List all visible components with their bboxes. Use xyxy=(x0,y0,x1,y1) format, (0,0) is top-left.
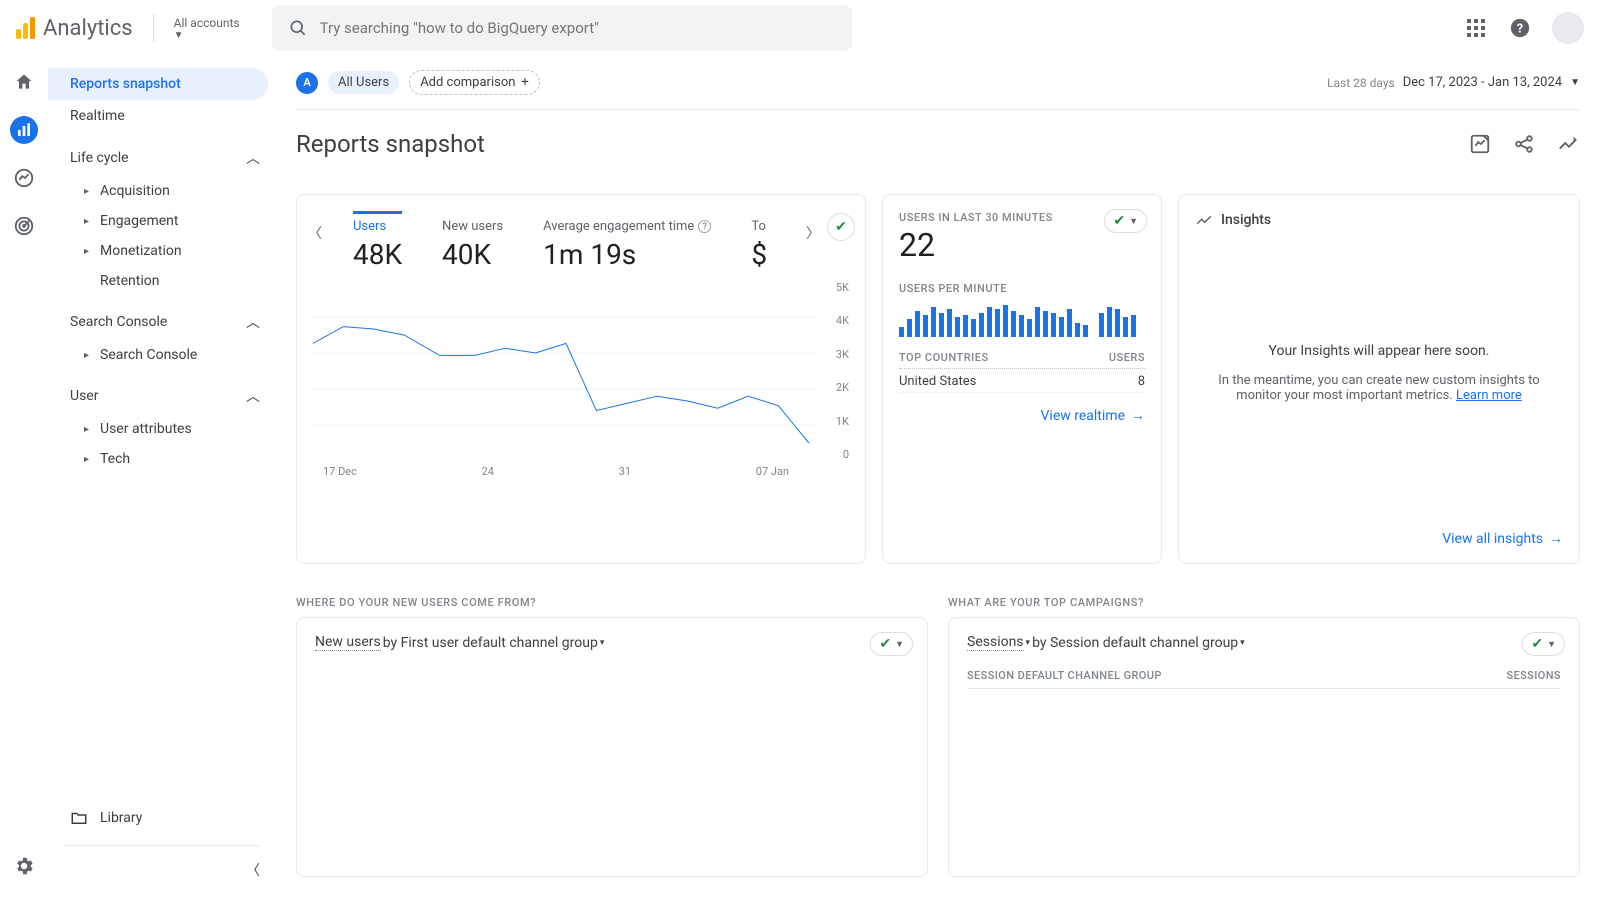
chevron-down-icon: ▾ xyxy=(1240,638,1245,648)
sidebar-sub-acquisition[interactable]: ▸Acquisition xyxy=(48,176,276,206)
avatar[interactable] xyxy=(1552,12,1584,44)
new-users-card: ✔▼ New users by First user default chann… xyxy=(296,617,928,877)
chevron-down-icon: ▼ xyxy=(895,639,904,650)
apps-icon[interactable] xyxy=(1464,16,1488,40)
metric-tab-truncated[interactable]: To$ xyxy=(751,211,771,271)
users-chart: 5K 4K 3K 2K 1K 0 xyxy=(313,281,849,481)
card-status-pill[interactable]: ✔▼ xyxy=(1522,632,1565,656)
metrics-card: 〈 〉 ✔ Users48K New users40K Average enga… xyxy=(296,194,866,564)
search-icon xyxy=(288,18,308,38)
segment-badge: A xyxy=(296,72,318,94)
insights-icon[interactable] xyxy=(1556,132,1580,156)
help-icon: ? xyxy=(698,220,711,233)
view-realtime-link[interactable]: View realtime→ xyxy=(899,407,1145,424)
realtime-card: ✔▼ USERS IN LAST 30 MINUTES 22 USERS PER… xyxy=(882,194,1162,564)
check-icon: ✔ xyxy=(1113,213,1125,229)
divider xyxy=(153,14,154,42)
metric-tab-users[interactable]: Users48K xyxy=(353,211,402,271)
caret-right-icon: ▸ xyxy=(84,186,92,197)
view-all-insights-link[interactable]: View all insights→ xyxy=(1195,530,1563,547)
line-chart-svg xyxy=(313,281,819,461)
svg-text:?: ? xyxy=(1517,22,1523,37)
main-content: A All Users Add comparison+ Last 28 days… xyxy=(276,56,1600,900)
metric-tabs: Users48K New users40K Average engagement… xyxy=(313,211,849,271)
product-name: Analytics xyxy=(43,16,133,41)
folder-icon xyxy=(70,809,88,827)
segment-label[interactable]: All Users xyxy=(328,71,399,94)
users-per-minute-sparkline xyxy=(899,301,1145,337)
nav-rail xyxy=(0,56,48,900)
section-heading-campaigns: WHAT ARE YOUR TOP CAMPAIGNS? xyxy=(948,596,1580,609)
chevron-down-icon: ▼ xyxy=(174,30,184,41)
sidebar-item-reports-snapshot[interactable]: Reports snapshot xyxy=(48,68,268,100)
arrow-right-icon: → xyxy=(1549,530,1563,547)
sidebar: Reports snapshot Realtime Life cycle︿ ▸A… xyxy=(48,56,276,900)
arrow-right-icon: → xyxy=(1131,407,1145,424)
logo: Analytics xyxy=(16,16,133,41)
share-icon[interactable] xyxy=(1512,132,1536,156)
chevron-down-icon: ▾ xyxy=(600,638,605,648)
rail-advertising-icon[interactable] xyxy=(10,212,38,240)
learn-more-link[interactable]: Learn more xyxy=(1456,388,1522,403)
date-range-picker[interactable]: Last 28 days Dec 17, 2023 - Jan 13, 2024… xyxy=(1327,75,1580,90)
sessions-card: ✔▼ Sessions▾ by Session default channel … xyxy=(948,617,1580,877)
sidebar-group-user[interactable]: User︿ xyxy=(48,378,276,414)
help-icon[interactable]: ? xyxy=(1508,16,1532,40)
caret-right-icon: ▸ xyxy=(84,246,92,257)
account-picker-label: All accounts xyxy=(174,16,240,30)
sidebar-sub-tech[interactable]: ▸Tech xyxy=(48,444,276,474)
sidebar-collapse[interactable]: 〈 xyxy=(48,852,276,888)
table-row[interactable]: United States8 xyxy=(899,369,1145,393)
chevron-down-icon: ▼ xyxy=(1570,77,1580,88)
caret-right-icon: ▸ xyxy=(84,424,92,435)
sidebar-item-realtime[interactable]: Realtime xyxy=(48,100,268,132)
sidebar-sub-searchconsole[interactable]: ▸Search Console xyxy=(48,340,276,370)
rail-settings-icon[interactable] xyxy=(10,852,38,880)
topbar: Analytics All accounts ▼ ? xyxy=(0,0,1600,56)
sidebar-sub-retention[interactable]: Retention xyxy=(48,266,276,296)
new-users-dimension-picker[interactable]: New users by First user default channel … xyxy=(315,634,909,651)
rail-reports-icon[interactable] xyxy=(10,116,38,144)
analytics-logo-icon xyxy=(16,17,35,39)
sidebar-group-searchconsole[interactable]: Search Console︿ xyxy=(48,304,276,340)
caret-right-icon: ▸ xyxy=(84,216,92,227)
card-status-pill[interactable]: ✔▼ xyxy=(870,632,913,656)
sidebar-sub-monetization[interactable]: ▸Monetization xyxy=(48,236,276,266)
insights-card: Insights Your Insights will appear here … xyxy=(1178,194,1580,564)
section-heading-newusers: WHERE DO YOUR NEW USERS COME FROM? xyxy=(296,596,928,609)
caret-right-icon: ▸ xyxy=(84,454,92,465)
card-status-pill[interactable]: ✔▼ xyxy=(1104,209,1147,233)
search-input[interactable] xyxy=(320,19,836,37)
add-comparison-button[interactable]: Add comparison+ xyxy=(409,70,540,95)
caret-right-icon: ▸ xyxy=(84,350,92,361)
chevron-down-icon: ▼ xyxy=(1129,216,1138,227)
chevron-up-icon: ︿ xyxy=(246,386,260,406)
metric-tab-engagement[interactable]: Average engagement time ?1m 19s xyxy=(543,211,711,271)
search-bar[interactable] xyxy=(272,5,852,51)
check-icon: ✔ xyxy=(879,636,891,652)
insights-empty-text: In the meantime, you can create new cust… xyxy=(1207,373,1551,403)
chevron-down-icon: ▾ xyxy=(1026,638,1031,648)
check-icon: ✔ xyxy=(1531,636,1543,652)
page-title: Reports snapshot xyxy=(296,130,485,158)
insights-empty-title: Your Insights will appear here soon. xyxy=(1269,343,1490,359)
sidebar-sub-userattributes[interactable]: ▸User attributes xyxy=(48,414,276,444)
sessions-dimension-picker[interactable]: Sessions▾ by Session default channel gro… xyxy=(967,634,1561,651)
chevron-up-icon: ︿ xyxy=(246,312,260,332)
chevron-up-icon: ︿ xyxy=(246,148,260,168)
chevron-down-icon: ▼ xyxy=(1547,639,1556,650)
plus-icon: + xyxy=(521,75,528,90)
insights-spark-icon xyxy=(1195,211,1213,229)
sidebar-sub-engagement[interactable]: ▸Engagement xyxy=(48,206,276,236)
sidebar-library[interactable]: Library xyxy=(48,797,276,839)
account-picker[interactable]: All accounts ▼ xyxy=(174,16,240,41)
chevron-left-icon: 〈 xyxy=(246,860,260,880)
filter-row: A All Users Add comparison+ Last 28 days… xyxy=(296,56,1580,109)
sidebar-group-lifecycle[interactable]: Life cycle︿ xyxy=(48,140,276,176)
metric-tab-newusers[interactable]: New users40K xyxy=(442,211,503,271)
rail-explore-icon[interactable] xyxy=(10,164,38,192)
realtime-value: 22 xyxy=(899,226,1145,264)
customize-icon[interactable] xyxy=(1468,132,1492,156)
rail-home-icon[interactable] xyxy=(10,68,38,96)
